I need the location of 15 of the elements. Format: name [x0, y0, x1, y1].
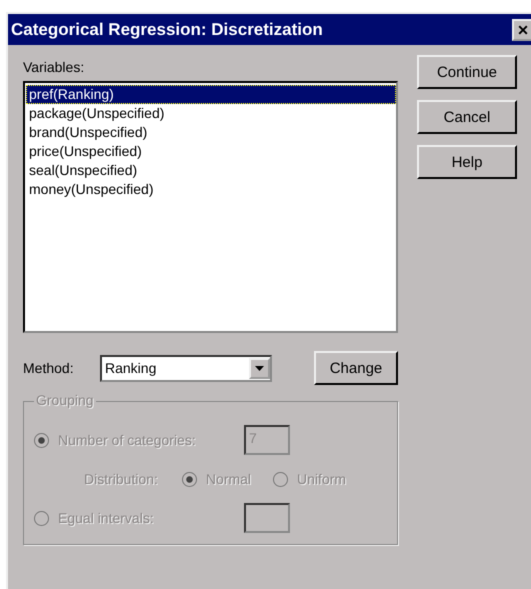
method-dropdown[interactable]: Ranking — [100, 354, 272, 382]
dialog-button[interactable]: Cancel — [417, 100, 517, 134]
list-item[interactable]: brand(Unspecified) — [26, 123, 396, 142]
close-button[interactable]: × — [512, 18, 531, 40]
dialog-button[interactable]: Continue — [417, 55, 517, 89]
variables-label: Variables: — [23, 59, 86, 75]
method-label: Method: — [23, 360, 75, 376]
window-title: Categorical Regression: Discretization — [11, 20, 323, 40]
list-item[interactable]: price(Unspecified) — [26, 142, 396, 161]
change-button[interactable]: Change — [314, 351, 398, 385]
list-item[interactable]: pref(Ranking) — [26, 85, 396, 104]
list-item[interactable]: package(Unspecified) — [26, 104, 396, 123]
list-item[interactable]: money(Unspecified) — [26, 180, 396, 199]
list-item[interactable]: seal(Unspecified) — [26, 161, 396, 180]
dialog-button[interactable]: Help — [417, 145, 517, 179]
